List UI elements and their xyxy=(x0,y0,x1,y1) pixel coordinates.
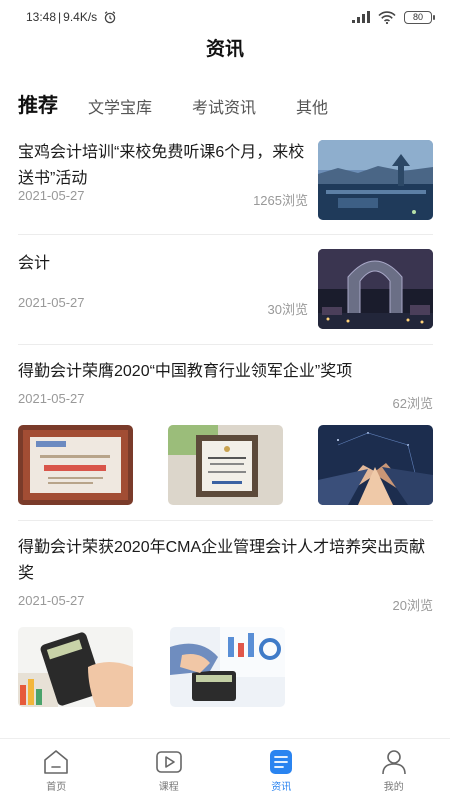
news-thumbnail xyxy=(318,425,433,505)
battery-icon: 80 xyxy=(404,10,435,24)
news-date: 2021-05-27 xyxy=(18,188,85,203)
news-feed: 宝鸡会计培训“来校免费听课6个月，来校送书”活动 2021-05-27 1265… xyxy=(18,130,433,716)
alarm-icon xyxy=(103,10,117,24)
profile-icon xyxy=(380,749,408,775)
nav-home-label: 首页 xyxy=(46,782,67,793)
status-left: 13:48 | 9.4K/s xyxy=(26,10,117,24)
network-speed: 9.4K/s xyxy=(63,10,98,24)
signal-icon xyxy=(352,11,370,23)
tab-literature[interactable]: 文学宝库 xyxy=(88,94,152,122)
news-thumbnail xyxy=(318,249,433,329)
nav-news-label: 资讯 xyxy=(271,782,292,793)
news-date: 2021-05-27 xyxy=(18,295,85,310)
tab-recommend[interactable]: 推荐 xyxy=(18,89,58,122)
status-time: 13:48 xyxy=(26,10,57,24)
nav-course-label: 课程 xyxy=(158,782,179,793)
news-document-icon xyxy=(267,749,295,775)
nav-profile-label: 我的 xyxy=(383,782,404,793)
course-play-icon xyxy=(155,749,183,775)
news-title: 宝鸡会计培训“来校免费听课6个月，来校送书”活动 xyxy=(18,144,305,187)
nav-home[interactable]: 首页 xyxy=(0,739,113,800)
status-right: 80 xyxy=(352,10,435,24)
news-item[interactable]: 会计 2021-05-27 30浏览 xyxy=(18,235,433,345)
nav-profile[interactable]: 我的 xyxy=(338,739,450,800)
news-thumbnail xyxy=(318,140,433,220)
wifi-icon xyxy=(378,10,396,24)
bottom-nav: 首页 课程 资讯 我的 xyxy=(0,738,450,800)
news-thumbnail xyxy=(18,627,133,707)
news-title: 会计 xyxy=(18,255,51,272)
news-views: 1265浏览 xyxy=(253,193,308,208)
status-separator: | xyxy=(58,10,62,24)
status-bar: 13:48 | 9.4K/s 80 xyxy=(0,0,450,34)
news-date: 2021-05-27 xyxy=(18,391,85,406)
news-title: 得勤会计荣膺2020“中国教育行业领军企业”奖项 xyxy=(18,363,353,380)
page-title: 资讯 xyxy=(205,39,244,60)
news-views: 62浏览 xyxy=(392,396,433,411)
news-thumbnail xyxy=(18,425,133,505)
nav-course[interactable]: 课程 xyxy=(113,739,226,800)
news-thumbnail xyxy=(168,425,283,505)
news-item[interactable]: 宝鸡会计培训“来校免费听课6个月，来校送书”活动 2021-05-27 1265… xyxy=(18,130,433,235)
news-thumbnail xyxy=(170,627,285,707)
news-item[interactable]: 得勤会计荣获2020年CMA企业管理会计人才培养突出贡献奖 2021-05-27… xyxy=(18,521,433,716)
news-views: 20浏览 xyxy=(392,598,433,613)
news-date: 2021-05-27 xyxy=(18,593,85,608)
tab-other[interactable]: 其他 xyxy=(296,94,328,122)
tab-exam-news[interactable]: 考试资讯 xyxy=(192,94,256,122)
category-tabs: 推荐 文学宝库 考试资讯 其他 xyxy=(18,88,432,122)
news-views: 30浏览 xyxy=(267,302,308,317)
nav-news[interactable]: 资讯 xyxy=(225,739,338,800)
home-icon xyxy=(42,749,70,775)
news-item[interactable]: 得勤会计荣膺2020“中国教育行业领军企业”奖项 2021-05-27 62浏览 xyxy=(18,345,433,521)
news-title: 得勤会计荣获2020年CMA企业管理会计人才培养突出贡献奖 xyxy=(18,539,426,582)
